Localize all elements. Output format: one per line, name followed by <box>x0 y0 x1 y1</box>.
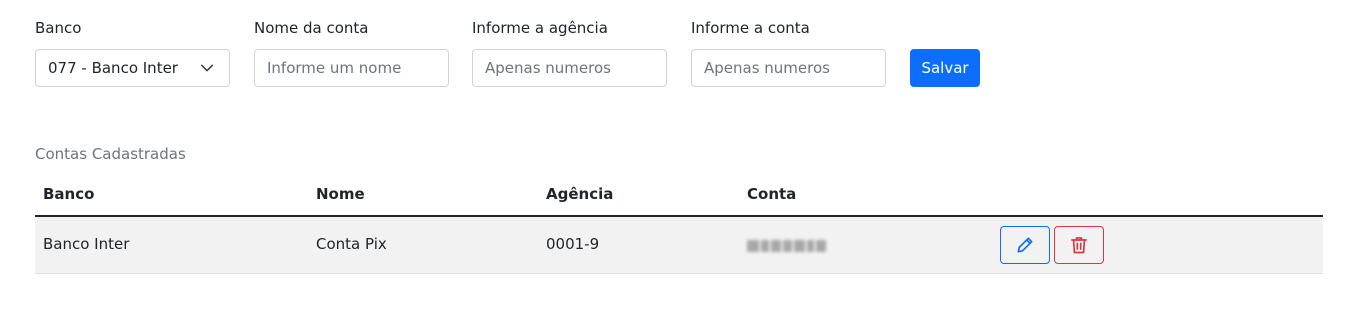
account-name-input[interactable] <box>254 49 449 87</box>
account-number-input[interactable] <box>691 49 886 87</box>
cell-bank: Banco Inter <box>43 235 130 253</box>
bank-accounts-page: Banco Nome da conta Informe a agência In… <box>0 0 1359 309</box>
pencil-icon <box>1015 235 1035 255</box>
column-header-name: Nome <box>316 185 365 203</box>
table-row: Banco Inter Conta Pix 0001-9 <box>35 217 1323 274</box>
account-name-label: Nome da conta <box>254 19 369 37</box>
column-header-agency: Agência <box>546 185 614 203</box>
trash-icon <box>1069 235 1089 255</box>
chevron-down-icon <box>199 60 215 76</box>
column-header-bank: Banco <box>43 185 95 203</box>
account-number-label: Informe a conta <box>691 19 810 37</box>
cell-account-redacted <box>747 237 826 255</box>
registered-accounts-title: Contas Cadastradas <box>35 145 186 163</box>
column-header-account: Conta <box>747 185 797 203</box>
cell-agency: 0001-9 <box>546 235 600 253</box>
table-header: Banco Nome Agência Conta <box>35 173 1323 217</box>
agency-label: Informe a agência <box>472 19 608 37</box>
edit-button[interactable] <box>1000 226 1050 264</box>
cell-name: Conta Pix <box>316 235 387 253</box>
save-button[interactable]: Salvar <box>910 49 980 87</box>
bank-label: Banco <box>35 19 82 37</box>
agency-input[interactable] <box>472 49 667 87</box>
delete-button[interactable] <box>1054 226 1104 264</box>
bank-select[interactable]: 077 - Banco Inter <box>35 49 230 87</box>
bank-select-value: 077 - Banco Inter <box>48 59 178 77</box>
accounts-table: Banco Nome Agência Conta Banco Inter Con… <box>35 173 1323 274</box>
